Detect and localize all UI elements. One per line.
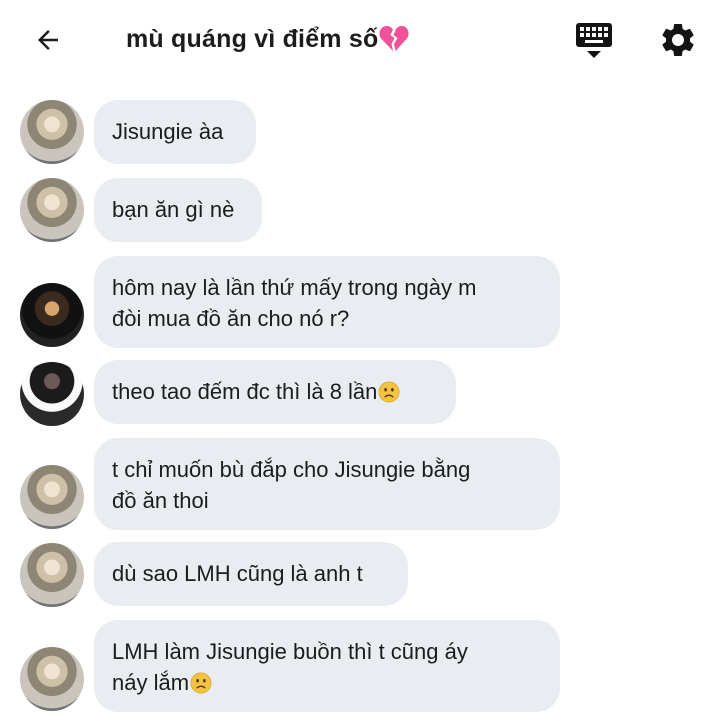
sender-avatar[interactable] [20, 465, 84, 529]
message-bubble[interactable]: LMH làm Jisungie buồn thì t cũng áy náy … [94, 620, 560, 712]
sender-avatar[interactable] [20, 647, 84, 711]
sender-avatar[interactable] [20, 283, 84, 347]
gear-icon [662, 24, 694, 56]
message-line-with-emoji: náy lắm [112, 667, 542, 698]
message-text: LMH làm Jisungie buồn thì t cũng áy [112, 639, 468, 664]
broken-heart-icon [379, 25, 410, 51]
message-text: t chỉ muốn bù đắp cho Jisungie bằng [112, 457, 471, 482]
sender-avatar[interactable] [20, 543, 84, 607]
message-text: Jisungie àa [112, 119, 224, 144]
message-text: đòi mua đồ ăn cho nó r? [112, 306, 350, 331]
chat-title: mù quáng vì điểm số [126, 25, 379, 53]
keyboard-icon [576, 23, 612, 58]
message-text: đồ ăn thoi [112, 488, 209, 513]
message-bubble[interactable]: dù sao LMH cũng là anh t [94, 542, 408, 606]
back-button[interactable] [30, 22, 66, 58]
message-bubble[interactable]: bạn ăn gì nè [94, 178, 262, 242]
message-text: náy lắm [112, 670, 190, 695]
message-bubble[interactable]: theo tao đếm đc thì là 8 lần [94, 360, 456, 424]
slightly-frowning-face-icon [190, 672, 212, 694]
message-text: dù sao LMH cũng là anh t [112, 561, 363, 586]
chat-header: mù quáng vì điểm số [0, 0, 717, 80]
message-bubble[interactable]: t chỉ muốn bù đắp cho Jisungie bằng đồ ă… [94, 438, 560, 530]
sender-avatar[interactable] [20, 178, 84, 242]
message-text: theo tao đếm đc thì là 8 lần [112, 379, 378, 404]
message-text: bạn ăn gì nè [112, 197, 235, 222]
settings-button[interactable] [658, 20, 698, 60]
arrow-left-icon [38, 30, 58, 50]
slightly-frowning-face-icon [378, 381, 400, 403]
keyboard-button[interactable] [574, 20, 614, 60]
message-bubble[interactable]: hôm nay là lần thứ mấy trong ngày m đòi … [94, 256, 560, 348]
message-bubble[interactable]: Jisungie àa [94, 100, 256, 164]
chat-title-row: mù quáng vì điểm số [126, 24, 410, 54]
sender-avatar[interactable] [20, 100, 84, 164]
sender-avatar[interactable] [20, 362, 84, 426]
message-text: hôm nay là lần thứ mấy trong ngày m [112, 275, 477, 300]
